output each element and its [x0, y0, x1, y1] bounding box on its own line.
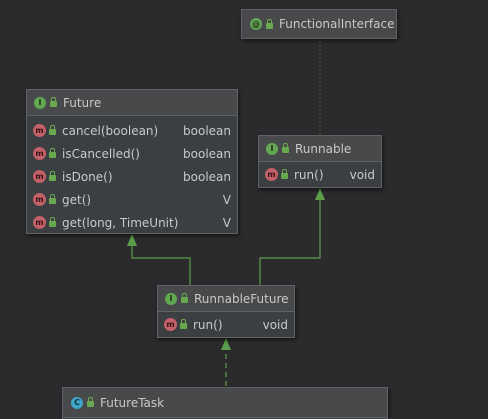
method-return-type: boolean — [183, 169, 231, 184]
method-name: get() — [62, 192, 92, 207]
method-icon: m — [33, 170, 46, 183]
class-header-runnable: I Runnable — [259, 136, 381, 162]
lock-icon — [266, 18, 273, 29]
method-return-type: boolean — [183, 146, 231, 161]
method-icon: m — [164, 318, 177, 331]
class-icon: C — [71, 396, 83, 409]
interface-icon: I — [165, 292, 177, 305]
method-icon: m — [33, 216, 46, 229]
extends-edge-runnablefuture-future — [131, 245, 191, 285]
method-row[interactable]: m get(long, TimeUnit) V — [27, 211, 237, 234]
lock-icon — [49, 217, 56, 227]
method-icon: m — [33, 124, 46, 137]
method-row[interactable]: m get() V — [27, 188, 237, 211]
method-row[interactable]: m isDone() boolean — [27, 165, 237, 188]
lock-icon — [281, 169, 288, 179]
class-name: Runnable — [295, 141, 352, 156]
method-return-type: boolean — [183, 123, 231, 138]
arrowhead-runnablefuture — [221, 338, 231, 350]
class-header-functionalinterface: @ FunctionalInterface — [242, 10, 396, 38]
lock-icon — [282, 143, 289, 153]
method-icon: m — [33, 193, 46, 206]
method-icon: m — [33, 147, 46, 160]
interface-icon: I — [34, 96, 46, 109]
method-row[interactable]: m run() void — [259, 163, 381, 186]
annotation-icon: @ — [250, 18, 262, 30]
method-row[interactable]: m run() void — [158, 313, 294, 336]
method-list: m cancel(boolean) boolean m isCancelled(… — [27, 116, 237, 234]
method-list: m run() void — [158, 312, 294, 336]
class-name: RunnableFuture — [194, 291, 289, 306]
class-header-futuretask: C FutureTask — [63, 388, 387, 418]
method-name: get(long, TimeUnit) — [62, 215, 179, 230]
arrowhead-runnable — [315, 188, 325, 200]
method-name: run() — [294, 167, 324, 182]
class-box-runnable[interactable]: I Runnable m run() void — [258, 135, 382, 188]
lock-icon — [50, 97, 57, 107]
lock-icon — [87, 397, 94, 407]
method-name: isCancelled() — [62, 146, 140, 161]
lock-icon — [49, 194, 56, 204]
method-name: run() — [193, 317, 223, 332]
interface-icon: I — [266, 142, 278, 155]
lock-icon — [49, 125, 56, 135]
method-return-type: void — [262, 317, 288, 332]
class-box-futuretask[interactable]: C FutureTask — [62, 387, 388, 419]
class-name: FutureTask — [100, 395, 165, 410]
class-name: FunctionalInterface — [279, 17, 395, 31]
class-name: Future — [63, 95, 102, 110]
method-return-type: V — [222, 215, 231, 230]
extends-edge-runnablefuture-runnable — [259, 198, 321, 285]
method-name: cancel(boolean) — [62, 123, 159, 138]
lock-icon — [49, 148, 56, 158]
class-box-future[interactable]: I Future m cancel(boolean) boolean m isC… — [26, 89, 238, 234]
method-row[interactable]: m isCancelled() boolean — [27, 142, 237, 165]
class-header-runnablefuture: I RunnableFuture — [158, 286, 294, 312]
class-header-future: I Future — [27, 90, 237, 116]
arrowhead-future — [127, 234, 137, 246]
method-return-type: void — [349, 167, 375, 182]
method-list: m run() void — [259, 162, 381, 186]
lock-icon — [181, 293, 188, 303]
method-return-type: V — [222, 192, 231, 207]
method-icon: m — [265, 168, 278, 181]
method-name: isDone() — [62, 169, 113, 184]
class-box-runnablefuture[interactable]: I RunnableFuture m run() void — [157, 285, 295, 338]
lock-icon — [49, 171, 56, 181]
class-box-functionalinterface[interactable]: @ FunctionalInterface — [241, 9, 397, 39]
method-row[interactable]: m cancel(boolean) boolean — [27, 119, 237, 142]
lock-icon — [180, 319, 187, 329]
